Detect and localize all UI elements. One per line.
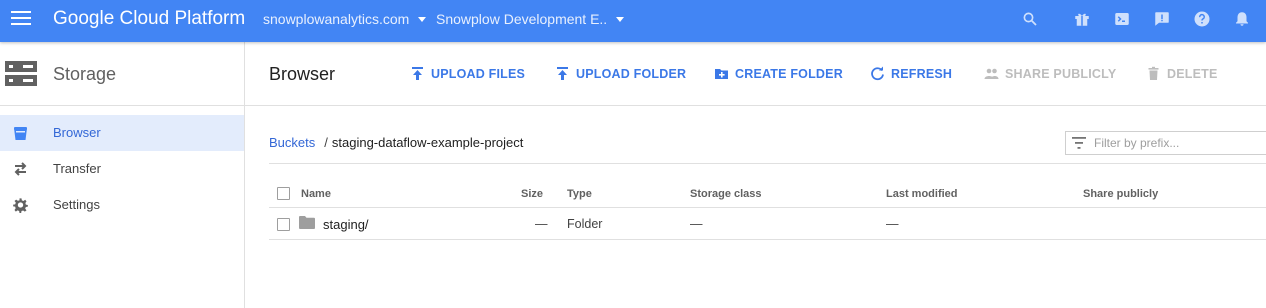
bucket-icon <box>12 125 29 141</box>
delete-button[interactable]: DELETE <box>1146 66 1218 81</box>
upload-folder-label: UPLOAD FOLDER <box>576 66 687 81</box>
filter-icon <box>1072 137 1086 149</box>
sidebar-title: Storage <box>53 64 117 84</box>
storage-sidebar: Storage Browser Transfer Settings <box>0 42 245 308</box>
column-header-storage-class[interactable]: Storage class <box>690 188 762 200</box>
create-folder-label: CREATE FOLDER <box>735 66 843 81</box>
delete-label: DELETE <box>1167 66 1218 81</box>
share-publicly-button[interactable]: SHARE PUBLICLY <box>984 66 1116 81</box>
column-header-type[interactable]: Type <box>567 188 592 200</box>
chevron-down-icon <box>616 16 625 22</box>
filter-input[interactable] <box>1094 136 1254 150</box>
filter-box <box>1065 131 1266 155</box>
row-storage-class: — <box>690 217 703 231</box>
row-type: Folder <box>567 217 603 231</box>
transfer-icon <box>12 161 29 177</box>
search-icon[interactable] <box>1021 10 1039 28</box>
breadcrumb: Buckets / staging-dataflow-example-project <box>269 135 523 150</box>
create-folder-button[interactable]: CREATE FOLDER <box>714 66 843 81</box>
share-publicly-label: SHARE PUBLICLY <box>1005 66 1117 81</box>
column-header-last-modified[interactable]: Last modified <box>886 188 958 200</box>
upload-icon <box>555 66 570 81</box>
sidebar-item-browser[interactable]: Browser <box>0 115 244 151</box>
sidebar-item-label: Settings <box>53 197 100 212</box>
sidebar-header: Storage <box>0 42 244 106</box>
table-divider <box>269 163 1266 164</box>
sidebar-item-label: Transfer <box>53 161 101 176</box>
page-title: Browser <box>269 64 336 84</box>
cloud-shell-icon[interactable] <box>1113 10 1131 28</box>
project-select-label: Snowplow Development E.. <box>436 11 608 27</box>
row-checkbox[interactable] <box>277 218 290 231</box>
select-all-checkbox[interactable] <box>277 187 290 200</box>
menu-icon[interactable] <box>11 11 31 25</box>
gear-icon <box>12 197 29 213</box>
notifications-icon[interactable] <box>1233 10 1251 28</box>
upload-files-label: UPLOAD FILES <box>431 66 526 81</box>
row-size: — <box>535 217 548 231</box>
organization-select[interactable]: snowplowanalytics.com <box>263 11 427 27</box>
organization-select-label: snowplowanalytics.com <box>263 11 410 27</box>
chevron-down-icon <box>418 16 427 22</box>
brand-title[interactable]: Google Cloud Platform <box>53 8 245 30</box>
sidebar-item-settings[interactable]: Settings <box>0 187 244 223</box>
upload-folder-button[interactable]: UPLOAD FOLDER <box>555 66 686 81</box>
table-header-row: Name Size Type Storage class Last modifi… <box>269 179 1266 208</box>
breadcrumb-current: staging-dataflow-example-project <box>331 135 524 150</box>
sidebar-item-transfer[interactable]: Transfer <box>0 151 244 187</box>
refresh-label: REFRESH <box>891 66 953 81</box>
storage-icon <box>5 61 37 86</box>
gift-icon[interactable] <box>1073 10 1091 28</box>
refresh-icon <box>870 66 885 81</box>
table-row: staging/ — Folder — — <box>269 208 1266 240</box>
sidebar-item-label: Browser <box>53 125 101 140</box>
upload-icon <box>410 66 425 81</box>
project-select[interactable]: Snowplow Development E.. <box>436 11 625 27</box>
refresh-button[interactable]: REFRESH <box>870 66 952 81</box>
row-last-modified: — <box>886 217 899 231</box>
create-folder-icon <box>714 66 729 81</box>
breadcrumb-buckets-link[interactable]: Buckets <box>269 135 315 150</box>
trash-icon <box>1146 66 1161 81</box>
feedback-icon[interactable] <box>1153 10 1171 28</box>
upload-files-button[interactable]: UPLOAD FILES <box>410 66 525 81</box>
column-header-share-publicly[interactable]: Share publicly <box>1083 188 1158 200</box>
people-icon <box>984 66 999 81</box>
folder-icon <box>299 216 315 229</box>
column-header-size[interactable]: Size <box>521 188 543 200</box>
column-header-name[interactable]: Name <box>301 188 331 200</box>
top-app-bar: Google Cloud Platform snowplowanalytics.… <box>0 0 1266 42</box>
help-icon[interactable] <box>1193 10 1211 28</box>
action-toolbar: Browser UPLOAD FILES UPLOAD FOLDER CREAT… <box>245 42 1266 106</box>
main-content: Browser UPLOAD FILES UPLOAD FOLDER CREAT… <box>245 42 1266 308</box>
breadcrumb-separator: / <box>324 135 328 150</box>
row-name-link[interactable]: staging/ <box>323 217 369 232</box>
